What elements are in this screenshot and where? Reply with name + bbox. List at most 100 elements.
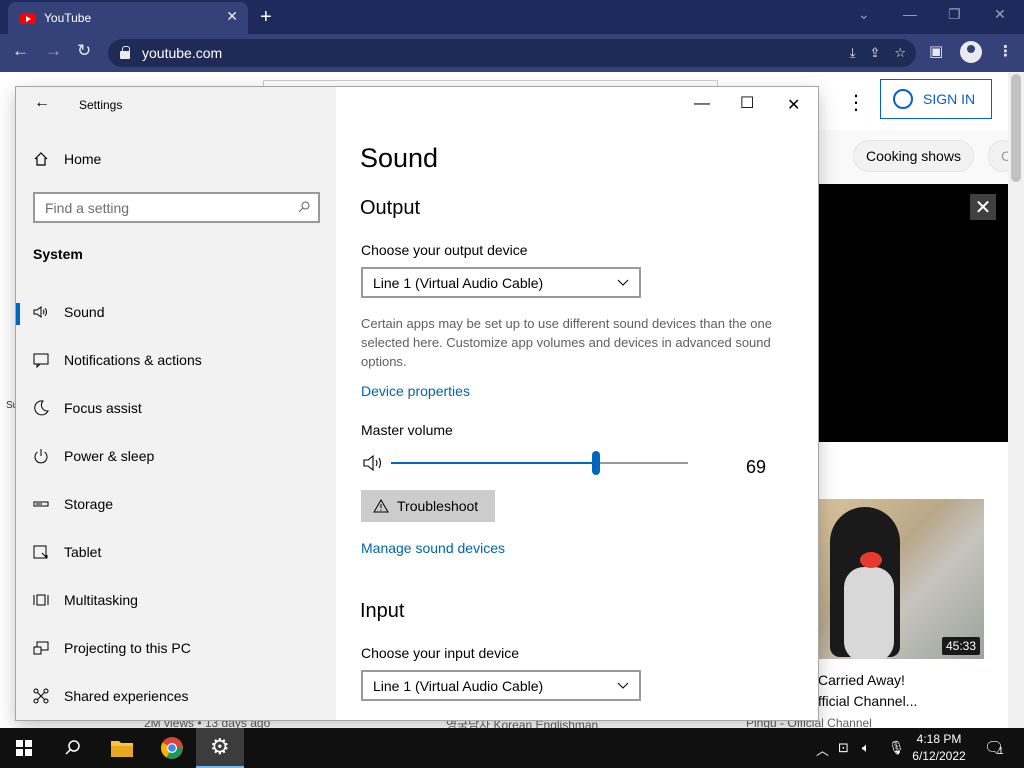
clock[interactable]: 4:18 PM 6/12/2022 <box>908 731 970 765</box>
chip-bar: ny Cooking shows C <box>800 130 1018 186</box>
video-channel[interactable]: fficial Channel... <box>818 693 917 709</box>
home-label: Home <box>64 151 102 167</box>
install-icon[interactable]: ⤓ <box>850 45 856 60</box>
device-properties-link[interactable]: Device properties <box>361 383 470 399</box>
side-panel-icon[interactable]: ▣ <box>929 42 943 60</box>
tablet-icon <box>33 545 48 559</box>
sidebar-item-label: Focus assist <box>64 400 142 416</box>
address-url: youtube.com <box>142 45 223 61</box>
multitasking-icon <box>33 594 49 606</box>
home-link[interactable]: Home <box>34 151 101 167</box>
chrome-menu-icon[interactable]: ⋮ <box>998 42 1013 60</box>
browser-tab-strip: YouTube ✕ + ⌄ — ❐ ✕ <box>0 0 1024 34</box>
sidebar-item-focus-assist[interactable]: Focus assist <box>16 386 336 430</box>
restore-icon[interactable]: ❐ <box>948 6 961 23</box>
close-icon[interactable]: ✕ <box>787 95 800 115</box>
file-explorer-icon[interactable] <box>110 738 134 758</box>
taskbar: ⚙ ︿ ⊡ 🔈︎ 🎙︎ 4:18 PM 6/12/2022 🗨︎ 1 <box>0 728 1024 768</box>
input-device-label: Choose your input device <box>361 645 519 661</box>
sidebar-item-notifications[interactable]: Notifications & actions <box>16 338 336 382</box>
lock-icon[interactable] <box>120 46 130 59</box>
power-icon <box>34 449 48 464</box>
sidebar-item-storage[interactable]: Storage <box>16 482 336 526</box>
tab-search-chevron-icon[interactable]: ⌄ <box>858 6 870 23</box>
sidebar-item-label: Projecting to this PC <box>64 640 191 656</box>
manage-sound-devices-link[interactable]: Manage sound devices <box>361 540 505 556</box>
speaker-icon <box>33 306 47 318</box>
tab-title: YouTube <box>44 11 92 25</box>
troubleshoot-button[interactable]: Troubleshoot <box>361 490 495 522</box>
omnibox-actions: ⤓ ⇪ ☆ <box>836 45 906 61</box>
volume-icon[interactable] <box>363 454 385 472</box>
minimize-icon[interactable]: — <box>903 6 917 22</box>
master-volume-value: 69 <box>746 457 767 477</box>
sidebar-item-power-sleep[interactable]: Power & sleep <box>16 434 336 478</box>
moon-icon <box>34 400 49 416</box>
show-hidden-icons-chevron-icon[interactable]: ︿ <box>816 740 829 759</box>
video-thumbnail[interactable]: 45:33 <box>818 499 984 659</box>
bookmark-star-icon[interactable]: ☆ <box>894 45 906 60</box>
input-device-value: Line 1 (Virtual Audio Cable) <box>373 677 544 694</box>
sidebar-item-label: Tablet <box>64 544 102 560</box>
reload-icon[interactable]: ↻ <box>77 41 91 61</box>
minimize-icon[interactable]: — <box>694 95 710 113</box>
search-icon[interactable] <box>64 739 82 757</box>
back-arrow-icon[interactable]: ← <box>12 41 29 61</box>
settings-gear-icon[interactable]: ⚙ <box>210 734 230 760</box>
find-setting-input[interactable]: Find a setting <box>33 192 320 223</box>
profile-avatar-icon[interactable] <box>960 41 982 63</box>
back-arrow-icon[interactable]: ← <box>34 94 50 112</box>
video-title[interactable]: Carried Away! <box>818 672 905 688</box>
sidebar-item-multitasking[interactable]: Multitasking <box>16 578 336 622</box>
browser-tab-youtube[interactable]: YouTube ✕ <box>8 2 248 34</box>
window-title: Settings <box>79 98 123 112</box>
address-bar[interactable]: youtube.com ⤓ ⇪ ☆ <box>108 39 916 67</box>
sidebar-item-shared-experiences[interactable]: Shared experiences <box>16 674 336 718</box>
speaker-icon[interactable]: 🔈︎ <box>862 740 870 756</box>
chevron-down-icon <box>617 279 629 286</box>
projecting-icon <box>33 641 49 655</box>
page-title: Sound <box>360 143 439 173</box>
input-heading: Input <box>360 600 405 622</box>
input-device-dropdown[interactable]: Line 1 (Virtual Audio Cable) <box>361 670 641 701</box>
scrollbar-thumb[interactable] <box>1011 74 1021 182</box>
sidebar-item-tablet[interactable]: Tablet <box>16 530 336 574</box>
close-icon[interactable]: ✕ <box>970 194 996 220</box>
output-description: Certain apps may be set up to use differ… <box>361 316 772 369</box>
sidebar-item-projecting[interactable]: Projecting to this PC <box>16 626 336 670</box>
video-player[interactable]: ✕ <box>818 184 1008 442</box>
new-tab-icon[interactable]: + <box>260 6 272 29</box>
notification-icon <box>33 353 49 368</box>
windows-start-icon[interactable] <box>16 740 32 756</box>
browser-toolbar: ← → ↻ youtube.com ⤓ ⇪ ☆ ▣ ⋮ <box>0 34 1024 72</box>
youtube-more-icon[interactable]: ⋮ <box>846 90 866 115</box>
sign-in-label: SIGN IN <box>923 91 976 107</box>
settings-sidebar: ← Settings Home Find a setting System So… <box>16 87 336 720</box>
section-heading-system: System <box>33 246 83 262</box>
share-icon[interactable]: ⇪ <box>869 45 880 60</box>
close-window-icon[interactable]: ✕ <box>994 6 1006 23</box>
output-device-dropdown[interactable]: Line 1 (Virtual Audio Cable) <box>361 267 641 298</box>
storage-icon <box>33 501 49 507</box>
clock-time: 4:18 PM <box>916 732 962 746</box>
page-scrollbar[interactable] <box>1008 72 1024 728</box>
tab-close-icon[interactable]: ✕ <box>226 8 238 25</box>
master-volume-slider[interactable] <box>391 451 688 475</box>
output-device-value: Line 1 (Virtual Audio Cable) <box>373 274 544 291</box>
chrome-icon[interactable] <box>160 736 184 760</box>
sign-in-button[interactable]: SIGN IN <box>880 79 992 119</box>
network-icon[interactable]: ⊡ <box>838 740 849 756</box>
chip-cooking-shows[interactable]: Cooking shows <box>853 140 974 172</box>
maximize-icon[interactable]: ☐ <box>740 93 754 113</box>
microphone-icon[interactable]: 🎙︎ <box>888 740 905 756</box>
sidebar-item-label: Storage <box>64 496 114 512</box>
sidebar-item-label: Notifications & actions <box>64 352 202 368</box>
shared-icon <box>33 688 49 704</box>
slider-thumb[interactable] <box>591 451 600 475</box>
forward-arrow-icon[interactable]: → <box>45 41 62 61</box>
settings-window: ← Settings Home Find a setting System So… <box>16 87 818 720</box>
sidebar-item-label: Shared experiences <box>64 688 189 704</box>
sidebar-item-sound[interactable]: Sound <box>16 290 336 334</box>
master-volume-label: Master volume <box>361 422 453 438</box>
search-icon[interactable] <box>298 201 310 213</box>
